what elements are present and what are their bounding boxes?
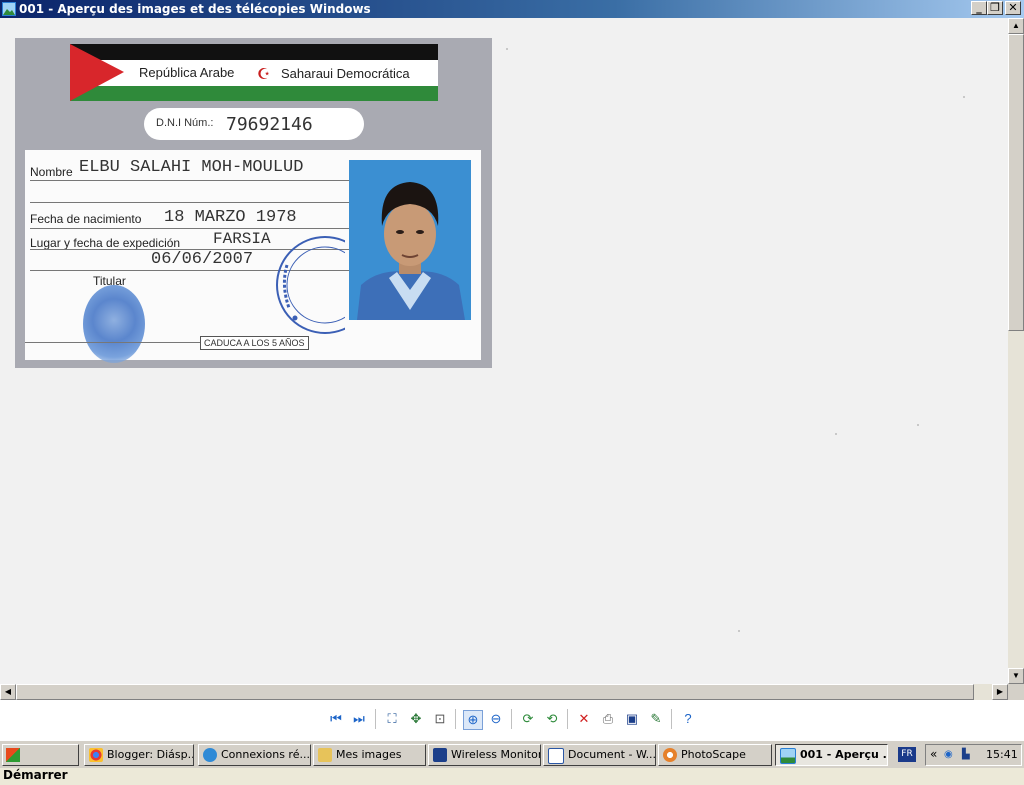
best-fit-icon[interactable]: ⛶ — [383, 710, 401, 728]
start-button[interactable]: Démarrer — [2, 744, 79, 782]
windows-logo-icon — [6, 748, 20, 762]
title-bar[interactable]: 001 - Aperçu des images et des télécopie… — [0, 0, 1024, 18]
task-label: Document - W... — [568, 748, 656, 761]
close-button[interactable]: ✕ — [1005, 1, 1021, 15]
photoscape-icon — [663, 748, 677, 762]
rotate-clockwise-icon[interactable]: ⟳ — [519, 710, 537, 728]
network-icon — [203, 748, 217, 762]
task-mes-images[interactable]: Mes images — [313, 744, 426, 766]
task-photoscape[interactable]: PhotoScape — [658, 744, 772, 766]
vertical-scrollbar[interactable]: ▲ ▼ — [1008, 18, 1024, 684]
nacimiento-value: 18 MARZO 1978 — [164, 208, 297, 227]
country-name-left: República Arabe — [139, 65, 235, 80]
chrome-icon — [89, 748, 103, 762]
previous-image-icon[interactable]: ⏮ — [327, 710, 345, 728]
restore-button[interactable]: ❐ — [987, 1, 1003, 15]
task-label: 001 - Aperçu ... — [800, 748, 888, 761]
image-viewport[interactable]: República Arabe ☪ Saharaui Democrática D… — [0, 18, 1008, 684]
task-document[interactable]: Document - W... — [543, 744, 656, 766]
zoom-out-icon[interactable]: ⊖ — [487, 710, 505, 728]
lugar-value: FARSIA — [213, 230, 271, 248]
dni-label: D.N.I Núm.: — [156, 117, 214, 129]
task-label: Blogger: Diásp... — [107, 748, 194, 761]
scroll-down-arrow-icon[interactable]: ▼ — [1008, 668, 1024, 684]
card-info-panel: Nombre ELBU SALAHI MOH-MOULUD Fecha de n… — [25, 150, 481, 363]
show-hidden-icons-button[interactable]: « — [930, 747, 937, 761]
folder-icon — [318, 748, 332, 762]
edit-icon[interactable]: ✎ — [647, 710, 665, 728]
task-label: PhotoScape — [681, 748, 746, 761]
image-viewer-icon — [780, 748, 796, 764]
dni-box: D.N.I Núm.: 79692146 — [144, 108, 364, 140]
clock[interactable]: 15:41 — [986, 748, 1018, 761]
nombre-label: Nombre — [30, 165, 73, 179]
scroll-right-arrow-icon[interactable]: ▶ — [992, 684, 1008, 700]
id-card-image: República Arabe ☪ Saharaui Democrática D… — [15, 38, 492, 368]
start-label: Démarrer — [3, 768, 68, 782]
actual-size-icon[interactable]: ✥ — [407, 710, 425, 728]
task-label: Wireless Monitor — [451, 748, 541, 761]
task-wireless-monitor[interactable]: Wireless Monitor — [428, 744, 541, 766]
official-stamp — [276, 236, 345, 334]
nombre-value: ELBU SALAHI MOH-MOULUD — [79, 158, 304, 177]
delete-icon[interactable]: ✕ — [575, 710, 593, 728]
taskbar: Démarrer Blogger: Diásp... Connexions ré… — [0, 740, 1024, 782]
horizontal-scrollbar[interactable]: ◀ ▶ — [0, 684, 1008, 700]
nacimiento-label: Fecha de nacimiento — [30, 212, 142, 226]
network-tray-icon[interactable]: ▙ — [962, 749, 974, 761]
scroll-up-arrow-icon[interactable]: ▲ — [1008, 18, 1024, 34]
vertical-scroll-thumb[interactable] — [1008, 34, 1024, 331]
thumbprint — [83, 285, 145, 363]
slideshow-icon[interactable]: ⊡ — [431, 710, 449, 728]
window-title: 001 - Aperçu des images et des télécopie… — [19, 2, 371, 16]
minimize-button[interactable]: _ — [971, 1, 987, 15]
expiry-note: CADUCA A LOS 5 AÑOS — [200, 336, 309, 350]
portrait-photo — [349, 160, 471, 320]
viewer-toolbar: ⏮ ⏭ ⛶ ✥ ⊡ ⊕ ⊖ ⟳ ⟲ ✕ ⎙ ▣ ✎ ? — [0, 700, 1024, 740]
fecha-value: 06/06/2007 — [151, 250, 254, 269]
task-label: Mes images — [336, 748, 402, 761]
system-tray: « ◉ ▙ 15:41 — [925, 744, 1022, 766]
dni-number: 79692146 — [226, 114, 313, 135]
country-name-right: Saharaui Democrática — [281, 66, 410, 81]
next-image-icon[interactable]: ⏭ — [350, 710, 368, 728]
wireless-icon[interactable]: ◉ — [944, 749, 956, 761]
rotate-counterclockwise-icon[interactable]: ⟲ — [543, 710, 561, 728]
print-icon[interactable]: ⎙ — [599, 710, 617, 728]
zoom-in-icon[interactable]: ⊕ — [463, 710, 483, 730]
help-icon[interactable]: ? — [679, 710, 697, 728]
task-apercu-active[interactable]: 001 - Aperçu ... — [775, 744, 888, 766]
monitor-icon — [433, 748, 447, 762]
task-connexions[interactable]: Connexions ré... — [198, 744, 311, 766]
save-icon[interactable]: ▣ — [623, 710, 641, 728]
scroll-corner — [1008, 684, 1024, 700]
word-icon — [548, 748, 564, 764]
crescent-star-icon: ☪ — [257, 66, 271, 83]
scroll-left-arrow-icon[interactable]: ◀ — [0, 684, 16, 700]
expedicion-label: Lugar y fecha de expedición — [30, 236, 181, 250]
task-blogger[interactable]: Blogger: Diásp... — [84, 744, 194, 766]
horizontal-scroll-thumb[interactable] — [16, 684, 974, 700]
task-label: Connexions ré... — [221, 748, 310, 761]
image-viewer-icon — [2, 2, 16, 16]
language-indicator[interactable]: FR — [898, 747, 916, 762]
